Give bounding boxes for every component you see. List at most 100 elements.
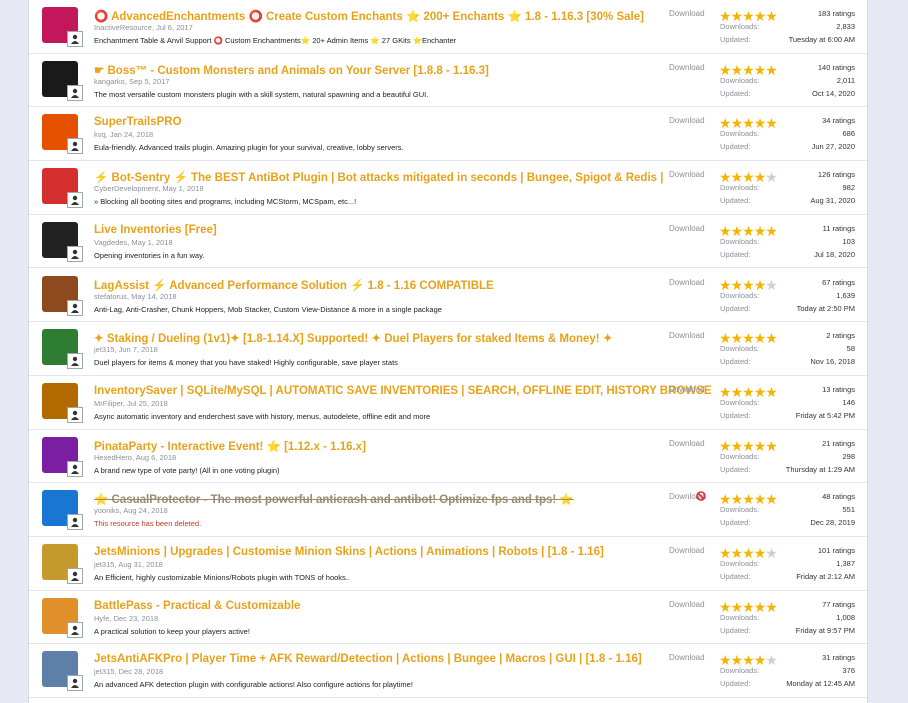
author-avatar[interactable] xyxy=(67,514,83,531)
author-link[interactable]: CyberDevelopment xyxy=(94,184,158,193)
star-rating: ★★★★★ xyxy=(719,491,778,508)
resource-row: SuperTrailsPRO kvq, Jan 24, 2018 Eula-frie… xyxy=(29,107,867,162)
resource-title-link[interactable]: ⭕ AdvancedEnchantments ⭕ Create Custom E… xyxy=(94,9,644,23)
star-rating: ★★★★★ xyxy=(719,116,778,130)
author-link[interactable]: Hyfe xyxy=(94,614,109,623)
ratings-count: 67 ratings xyxy=(822,277,855,287)
author-link[interactable]: HexedHero xyxy=(94,453,132,462)
rating-star-icon: ★ xyxy=(765,222,778,239)
updated-label: Updated: xyxy=(720,464,751,474)
download-link[interactable]: Download xyxy=(669,116,705,125)
updated-label: Updated: xyxy=(720,518,751,528)
resource-title-link[interactable]: ✦ Staking / Dueling (1v1)✦ [1.8-1.14.X] … xyxy=(94,331,612,345)
updated-value: Friday at 2:12 AM xyxy=(796,572,855,581)
download-link[interactable]: Download xyxy=(669,600,705,609)
author-avatar[interactable] xyxy=(67,192,83,209)
resource-row: LagAssist ⚡ Advanced Performance Solutio… xyxy=(29,269,867,323)
downloads-label: Downloads: xyxy=(720,397,760,407)
author-link[interactable]: Vagdedes xyxy=(94,238,127,247)
downloads-value: 982 xyxy=(842,183,855,193)
author-avatar[interactable] xyxy=(67,353,83,370)
release-date: Aug 31, 2018 xyxy=(118,560,163,569)
author-avatar[interactable] xyxy=(67,621,83,638)
resource-title-link[interactable]: ⚡ Bot-Sentry ⚡ The BEST AntiBot Plugin |… xyxy=(94,170,663,184)
author-avatar[interactable] xyxy=(67,568,83,584)
resource-title-link[interactable]: ⭐ CasualProtector - The most powerful an… xyxy=(94,492,574,506)
resource-meta: InactiveResource, Jul 6, 2017 xyxy=(94,23,193,32)
author-avatar[interactable] xyxy=(67,460,83,477)
resource-title-link[interactable]: Live Inventories [Free] xyxy=(94,224,217,236)
resource-title-link[interactable]: BattlePass - Practical & Customizable xyxy=(94,600,300,612)
author-avatar[interactable] xyxy=(67,31,83,47)
author-link[interactable]: MrFiliper xyxy=(94,399,123,408)
resource-row: ⭐ CasualProtector - The most powerful an… xyxy=(29,483,867,537)
resource-title-link[interactable]: LagAssist ⚡ Advanced Performance Solutio… xyxy=(94,278,494,292)
resource-description: A brand new type of vote party! (All in … xyxy=(94,465,280,475)
download-link[interactable]: Download xyxy=(669,224,705,233)
author-link[interactable]: kangarko xyxy=(94,77,125,86)
downloads-label: Downloads: xyxy=(720,22,760,31)
downloads-value: 2,011 xyxy=(836,75,855,85)
ratings-count: 183 ratings xyxy=(817,9,855,18)
author-avatar[interactable] xyxy=(67,299,83,316)
updated-value: Jun 27, 2020 xyxy=(811,142,855,152)
download-link[interactable]: Download xyxy=(669,278,705,287)
resource-title-link[interactable]: PinataParty - Interactive Event! ⭐ [1.12… xyxy=(94,439,366,453)
author-avatar[interactable] xyxy=(67,245,83,262)
download-link[interactable]: Download xyxy=(669,9,705,18)
downloads-label: Downloads: xyxy=(720,666,760,676)
downloads-label: Downloads: xyxy=(720,451,760,461)
downloads-value: 58 xyxy=(846,344,855,354)
download-link[interactable]: Download xyxy=(669,63,705,72)
updated-value: Tuesday at 6:00 AM xyxy=(788,35,855,44)
rating-star-icon: ★ xyxy=(765,61,778,78)
updated-label: Updated: xyxy=(720,625,751,635)
updated-label: Updated: xyxy=(720,88,751,98)
author-link[interactable]: jet315 xyxy=(94,345,114,354)
updated-label: Updated: xyxy=(720,572,751,581)
ratings-count: 140 ratings xyxy=(817,62,855,72)
ratings-count: 11 ratings xyxy=(822,223,855,233)
author-avatar[interactable] xyxy=(67,84,83,101)
download-link[interactable]: Download xyxy=(669,653,705,662)
release-date: May 1, 2018 xyxy=(162,184,204,194)
resource-row: JetsAntiAFKPro | Player Time + AFK Rewar… xyxy=(29,644,867,699)
star-rating: ★★★★★ xyxy=(719,385,778,399)
download-link[interactable]: Download xyxy=(669,546,705,555)
author-avatar[interactable] xyxy=(67,138,83,155)
resource-meta: kvq, Jan 24, 2018 xyxy=(94,130,154,140)
downloads-label: Downloads: xyxy=(720,183,760,193)
download-link[interactable]: Download xyxy=(669,331,705,340)
release-date: Dec 28, 2018 xyxy=(118,667,164,677)
author-link[interactable]: InactiveResource xyxy=(94,23,152,32)
author-avatar[interactable] xyxy=(67,406,83,423)
rating-star-icon: ★ xyxy=(765,491,778,508)
download-link[interactable]: Download xyxy=(669,385,705,394)
resource-title-link[interactable]: JetsAntiAFKPro | Player Time + AFK Rewar… xyxy=(94,653,642,665)
star-rating: ★★★★★ xyxy=(719,61,778,78)
updated-label: Updated: xyxy=(720,35,751,44)
ratings-count: 34 ratings xyxy=(822,116,855,126)
ratings-count: 31 ratings xyxy=(822,653,855,663)
resource-row: JetsMinions | Upgrades | Customise Minio… xyxy=(29,537,867,591)
ratings-count: 2 ratings xyxy=(826,331,855,341)
release-date: Jan 24, 2018 xyxy=(109,130,154,140)
downloads-label: Downloads: xyxy=(720,129,760,139)
resource-title-link[interactable]: SuperTrailsPRO xyxy=(94,116,182,128)
download-link[interactable]: Download xyxy=(669,439,705,448)
author-link[interactable]: jet315 xyxy=(94,667,114,676)
author-link[interactable]: jet315 xyxy=(94,560,114,569)
updated-value: Monday at 12:45 AM xyxy=(786,679,855,689)
resource-description: Eula-friendly. Advanced trails plugin. A… xyxy=(94,143,404,153)
download-link[interactable]: Download xyxy=(669,170,705,179)
author-avatar[interactable] xyxy=(67,675,83,692)
author-link[interactable]: kvq xyxy=(94,130,106,139)
updated-label: Updated: xyxy=(720,142,751,152)
author-link[interactable]: stefatorus xyxy=(94,292,127,301)
resource-title-link[interactable]: JetsMinions | Upgrades | Customise Minio… xyxy=(94,546,604,558)
resource-title-link[interactable]: InventorySaver | SQLite/MySQL | AUTOMATI… xyxy=(94,385,712,397)
author-link[interactable]: yooniks xyxy=(94,506,119,515)
resource-title-link[interactable]: ☛ Boss™ - Custom Monsters and Animals on… xyxy=(94,63,489,77)
downloads-value: 1,387 xyxy=(836,559,855,568)
updated-value: Friday at 9:57 PM xyxy=(795,625,855,635)
